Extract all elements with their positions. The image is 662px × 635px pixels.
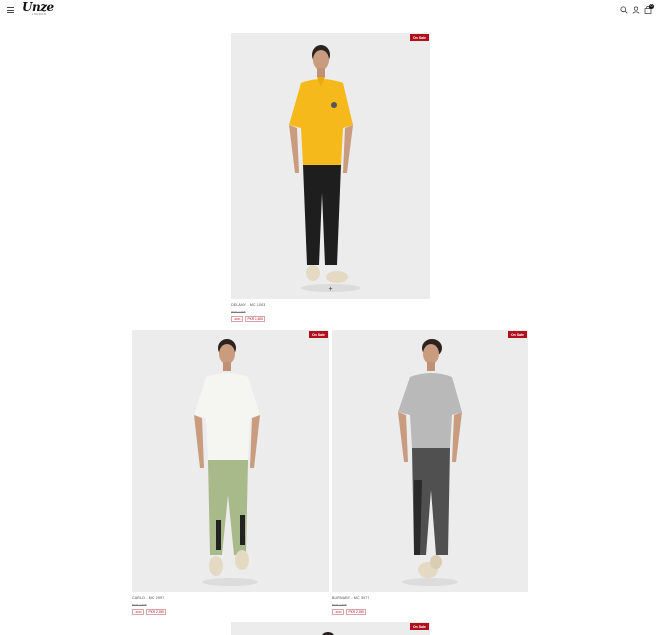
logo-wordmark: Unze: [22, 0, 54, 14]
model-figure: [398, 339, 462, 586]
price-row: -40% PKR 1,605: [231, 316, 430, 322]
sale-price: PKR 1,605: [245, 316, 266, 322]
cart-count-badge: 0: [649, 4, 654, 9]
original-price: PKR 3,995: [332, 603, 347, 607]
site-header: Unze LONDON 0: [0, 0, 662, 20]
original-price: PKR 3,995: [132, 603, 147, 607]
discount-badge: -40%: [231, 316, 244, 322]
user-icon[interactable]: [632, 6, 640, 14]
product-image[interactable]: On Sale +: [231, 33, 430, 299]
bag-icon[interactable]: 0: [644, 4, 654, 14]
model-figure: [194, 339, 260, 586]
on-sale-badge: On Sale: [409, 623, 429, 630]
sale-price: PKR 2,395: [146, 609, 167, 615]
discount-badge: -40%: [132, 609, 145, 615]
product-card[interactable]: On Sale CARLO - MC 2997 PKR 3,995 -40% P…: [132, 330, 329, 615]
model-figure: [289, 45, 361, 292]
on-sale-badge: On Sale: [308, 331, 328, 338]
logo[interactable]: Unze LONDON: [22, 0, 54, 17]
price-row: -40% PKR 2,395: [332, 609, 528, 615]
original-price: PKR 2,695: [231, 310, 246, 314]
product-name[interactable]: CARLO - MC 2997: [132, 596, 329, 600]
product-image[interactable]: On Sale: [132, 330, 329, 592]
product-image[interactable]: On Sale: [332, 330, 528, 592]
menu-icon[interactable]: [7, 7, 14, 13]
product-card[interactable]: On Sale: [231, 622, 430, 635]
model-figure: [322, 632, 334, 635]
search-icon[interactable]: [620, 6, 628, 14]
price-row: -40% PKR 2,395: [132, 609, 329, 615]
header-actions: 0: [620, 4, 654, 15]
plus-icon[interactable]: +: [328, 286, 334, 293]
product-name[interactable]: BURNABY - MC 3977: [332, 596, 528, 600]
discount-badge: -40%: [332, 609, 345, 615]
product-name[interactable]: DELANY - MC 1003: [231, 303, 430, 307]
product-card[interactable]: On Sale + DELANY - MC 1003 PKR 2,695 -40…: [231, 33, 430, 322]
on-sale-badge: On Sale: [409, 34, 429, 41]
product-image[interactable]: On Sale: [231, 622, 430, 635]
sale-price: PKR 2,395: [346, 609, 367, 615]
product-card[interactable]: On Sale BURNABY - MC 3977 PKR 3,995 -40%…: [332, 330, 528, 615]
on-sale-badge: On Sale: [507, 331, 527, 338]
